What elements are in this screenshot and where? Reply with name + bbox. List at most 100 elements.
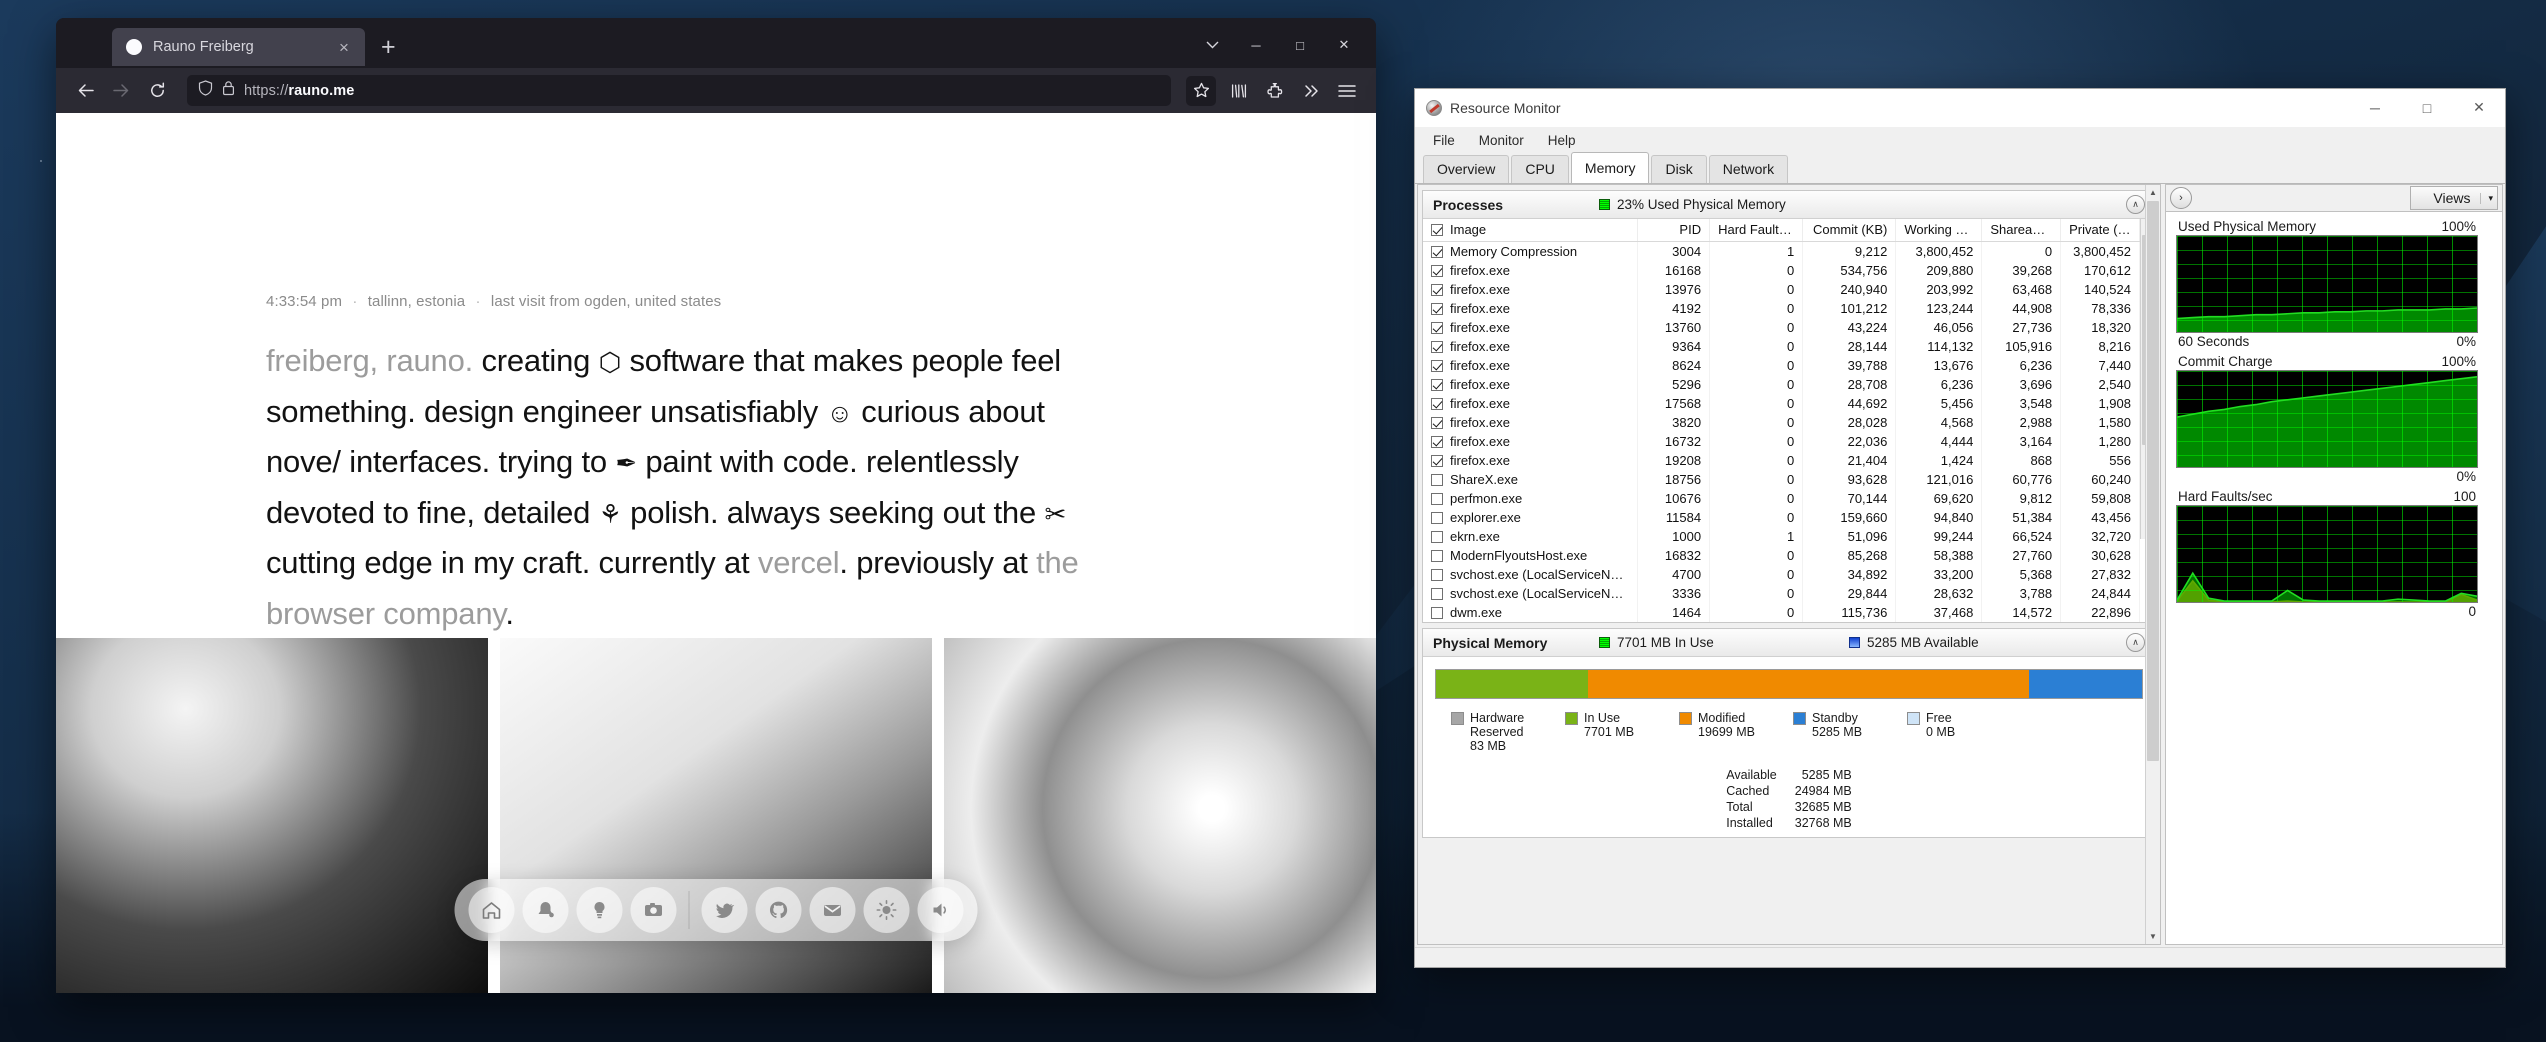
home-icon[interactable] (468, 887, 515, 933)
table-row[interactable]: firefox.exe 16732 0 22,036 4,444 3,164 1,280 (1423, 432, 2140, 451)
bookmark-button[interactable] (1186, 75, 1216, 106)
col-working-set[interactable]: Working Se... (1895, 219, 1983, 242)
table-row[interactable]: perfmon.exe 10676 0 70,144 69,620 9,812 59,808 (1423, 489, 2140, 508)
gallery-image-3[interactable] (944, 638, 1376, 993)
col-image[interactable]: Image (1423, 219, 1639, 242)
gallery-image-1[interactable] (56, 638, 488, 993)
scrollbar-thumb[interactable] (2147, 201, 2159, 761)
table-row[interactable]: firefox.exe 5296 0 28,708 6,236 3,696 2,540 (1423, 375, 2140, 394)
collapse-icon[interactable]: ∧ (2126, 633, 2145, 652)
table-row[interactable]: svchost.exe (LocalServiceNoNet.. 4700 0 34,… (1423, 565, 2140, 584)
puzzle-icon[interactable] (1260, 76, 1290, 106)
menu-monitor[interactable]: Monitor (1467, 131, 1536, 150)
row-checkbox[interactable] (1431, 607, 1443, 619)
table-row[interactable]: ShareX.exe 18756 0 93,628 121,016 60,776 60,24… (1423, 470, 2140, 489)
row-checkbox[interactable] (1431, 550, 1443, 562)
maximize-button[interactable]: □ (1278, 30, 1322, 60)
tab-network[interactable]: Network (1708, 155, 1789, 183)
col-hard-faults[interactable]: Hard Faults/... (1709, 219, 1804, 242)
row-checkbox[interactable] (1431, 417, 1443, 429)
row-checkbox[interactable] (1431, 265, 1443, 277)
table-row[interactable]: explorer.exe 11584 0 159,660 94,840 51,384 43,… (1423, 508, 2140, 527)
row-checkbox[interactable] (1431, 379, 1443, 391)
table-row[interactable]: Memory Compression 3004 1 9,212 3,800,452 0 3,… (1423, 241, 2140, 261)
lock-icon[interactable] (222, 80, 235, 101)
row-checkbox[interactable] (1431, 493, 1443, 505)
sound-icon[interactable] (917, 887, 964, 933)
mail-icon[interactable] (809, 887, 856, 933)
menu-file[interactable]: File (1421, 131, 1467, 150)
menu-help[interactable]: Help (1536, 131, 1588, 150)
table-row[interactable]: ekrn.exe 1000 1 51,096 99,244 66,524 32,720 (1423, 527, 2140, 546)
row-checkbox[interactable] (1431, 246, 1443, 258)
table-row[interactable]: firefox.exe 13976 0 240,940 203,992 63,468 140… (1423, 280, 2140, 299)
shield-icon[interactable] (198, 80, 213, 101)
bell-icon[interactable] (522, 887, 569, 933)
row-checkbox[interactable] (1431, 588, 1443, 600)
col-shareable[interactable]: Shareable (... (1981, 219, 2062, 242)
views-button[interactable]: Views ▾ (2410, 186, 2498, 210)
row-checkbox[interactable] (1431, 341, 1443, 353)
row-checkbox[interactable] (1431, 303, 1443, 315)
resmon-maximize-button[interactable]: □ (2401, 89, 2453, 126)
url-bar[interactable]: https://rauno.me (187, 75, 1171, 106)
scroll-up-icon[interactable]: ▲ (2146, 185, 2160, 200)
row-checkbox[interactable] (1431, 284, 1443, 296)
hamburger-icon[interactable] (1332, 76, 1362, 106)
table-row[interactable]: ModernFlyoutsHost.exe 16832 0 85,268 58,388 2… (1423, 546, 2140, 565)
processes-panel-header[interactable]: Processes 23% Used Physical Memory ∧ (1423, 191, 2155, 219)
reload-button[interactable] (142, 76, 172, 106)
row-checkbox[interactable] (1431, 531, 1443, 543)
physical-memory-header[interactable]: Physical Memory 7701 MB In Use 5285 MB A… (1423, 629, 2155, 657)
resmon-close-button[interactable]: ✕ (2453, 89, 2505, 126)
close-window-button[interactable]: ✕ (1322, 30, 1366, 60)
table-row[interactable]: firefox.exe 19208 0 21,404 1,424 868 556 (1423, 451, 2140, 470)
table-row[interactable]: firefox.exe 3820 0 28,028 4,568 2,988 1,580 (1423, 413, 2140, 432)
table-row[interactable]: firefox.exe 9364 0 28,144 114,132 105,916 8,21… (1423, 337, 2140, 356)
expand-icon[interactable]: › (2170, 187, 2192, 209)
table-row[interactable]: firefox.exe 8624 0 39,788 13,676 6,236 7,440 (1423, 356, 2140, 375)
tab-list-button[interactable] (1190, 30, 1234, 60)
lightbulb-icon[interactable] (576, 887, 623, 933)
new-tab-button[interactable]: + (381, 35, 396, 60)
row-checkbox[interactable] (1431, 455, 1443, 467)
row-checkbox[interactable] (1431, 569, 1443, 581)
table-row[interactable]: dwm.exe 1464 0 115,736 37,468 14,572 22,896 (1423, 603, 2140, 622)
tab-overview[interactable]: Overview (1423, 155, 1510, 183)
table-row[interactable]: firefox.exe 16168 0 534,756 209,880 39,268 170… (1423, 261, 2140, 280)
back-button[interactable] (70, 76, 100, 106)
scroll-down-icon[interactable]: ▼ (2146, 929, 2160, 944)
row-checkbox[interactable] (1431, 512, 1443, 524)
browser-tab[interactable]: Rauno Freiberg × (112, 28, 365, 66)
overflow-icon[interactable] (1296, 76, 1326, 106)
forward-button[interactable] (106, 76, 136, 106)
tab-disk[interactable]: Disk (1651, 155, 1707, 183)
chevron-down-icon[interactable]: ▾ (2480, 192, 2493, 204)
library-icon[interactable] (1224, 76, 1254, 106)
col-commit[interactable]: Commit (KB) (1802, 219, 1897, 242)
table-row[interactable]: svchost.exe (LocalServiceNoNet.. 3336 0 29,… (1423, 584, 2140, 603)
resmon-minimize-button[interactable]: ─ (2349, 89, 2401, 126)
table-row[interactable]: firefox.exe 13760 0 43,224 46,056 27,736 18,32… (1423, 318, 2140, 337)
row-checkbox[interactable] (1431, 360, 1443, 372)
row-checkbox[interactable] (1431, 398, 1443, 410)
camera-icon[interactable] (630, 887, 677, 933)
github-icon[interactable] (755, 887, 802, 933)
row-checkbox[interactable] (1431, 322, 1443, 334)
table-row[interactable]: firefox.exe 17568 0 44,692 5,456 3,548 1,908 (1423, 394, 2140, 413)
row-checkbox[interactable] (1431, 436, 1443, 448)
select-all-checkbox[interactable] (1431, 224, 1443, 236)
table-row[interactable]: firefox.exe 4192 0 101,212 123,244 44,908 78,3… (1423, 299, 2140, 318)
link-vercel[interactable]: vercel (758, 545, 840, 580)
collapse-icon[interactable]: ∧ (2126, 195, 2145, 214)
left-pane-scrollbar[interactable]: ▲ ▼ (2145, 185, 2160, 944)
close-icon[interactable]: × (335, 39, 353, 56)
tab-cpu[interactable]: CPU (1511, 155, 1569, 183)
row-checkbox[interactable] (1431, 474, 1443, 486)
theme-icon[interactable] (863, 887, 910, 933)
col-private[interactable]: Private (KB) (2060, 219, 2140, 242)
twitter-icon[interactable] (701, 887, 748, 933)
col-pid[interactable]: PID (1637, 219, 1711, 242)
tab-memory[interactable]: Memory (1570, 152, 1650, 183)
minimize-button[interactable]: ─ (1234, 30, 1278, 60)
